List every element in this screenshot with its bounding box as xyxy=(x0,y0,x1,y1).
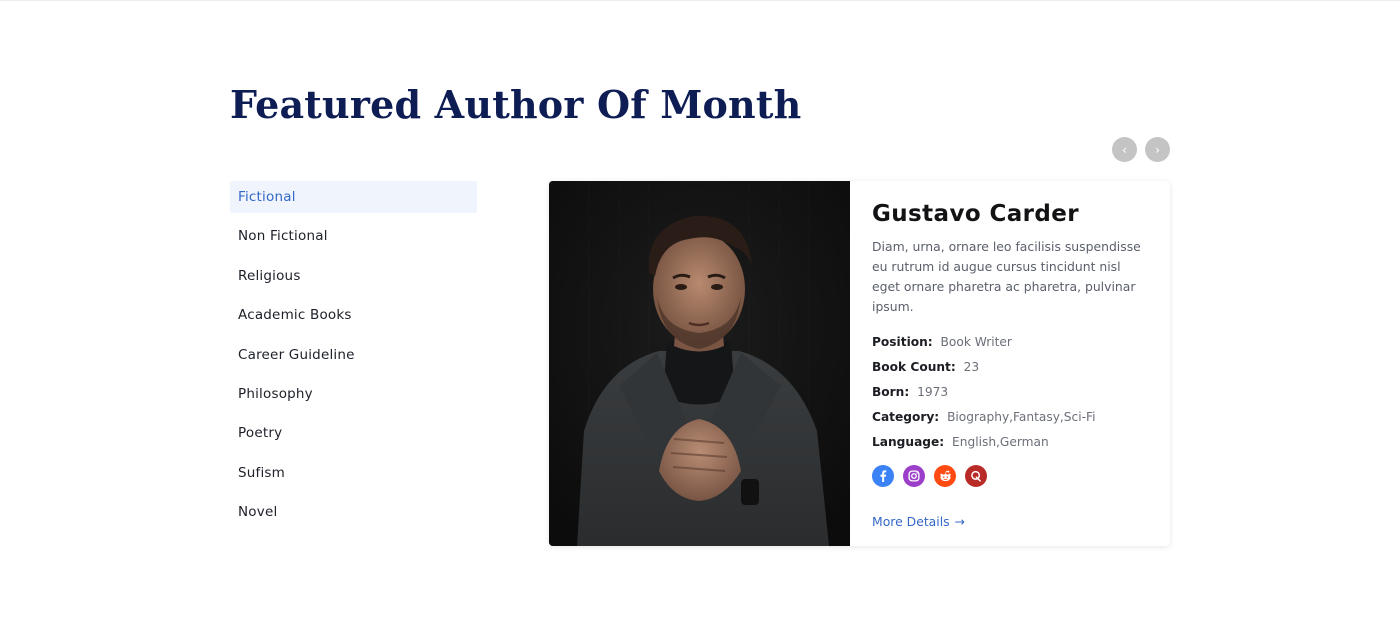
fact-label: Category: xyxy=(872,410,940,424)
more-details-label: More Details xyxy=(872,514,950,529)
category-item-career-guideline[interactable]: Career Guideline xyxy=(230,339,477,371)
section-title: Featured Author Of Month xyxy=(230,82,802,127)
fact-book-count: Book Count: 23 xyxy=(872,359,1150,376)
social-links xyxy=(872,465,1150,487)
category-label: Sufism xyxy=(238,464,286,481)
reddit-button[interactable] xyxy=(934,465,956,487)
category-item-philosophy[interactable]: Philosophy xyxy=(230,378,477,410)
fact-category: Category: Biography,Fantasy,Sci-Fi xyxy=(872,409,1150,426)
category-label: Philosophy xyxy=(238,385,313,402)
facebook-button[interactable] xyxy=(872,465,894,487)
more-details-link[interactable]: More Details → xyxy=(872,514,965,529)
author-facts: Position: Book Writer Book Count: 23 Bor… xyxy=(872,334,1150,451)
author-bio: Diam, urna, ornare leo facilisis suspend… xyxy=(872,239,1141,314)
category-item-academic-books[interactable]: Academic Books xyxy=(230,299,477,331)
fact-label: Position: xyxy=(872,335,933,349)
category-label: Poetry xyxy=(238,425,283,442)
quora-button[interactable] xyxy=(965,465,987,487)
author-photo xyxy=(549,181,850,546)
category-item-non-fictional[interactable]: Non Fictional xyxy=(230,220,477,252)
category-label: Academic Books xyxy=(238,307,352,324)
category-item-fictional[interactable]: Fictional xyxy=(230,181,477,213)
reddit-icon xyxy=(939,470,951,482)
fact-position: Position: Book Writer xyxy=(872,334,1150,351)
category-item-novel[interactable]: Novel xyxy=(230,496,477,528)
category-item-sufism[interactable]: Sufism xyxy=(230,457,477,489)
fact-value: Book Writer xyxy=(940,335,1012,349)
fact-value: 1973 xyxy=(917,385,949,399)
category-item-religious[interactable]: Religious xyxy=(230,260,477,292)
top-divider xyxy=(0,0,1400,1)
category-label: Fictional xyxy=(238,189,296,205)
author-card: Gustavo Carder Diam, urna, ornare leo fa… xyxy=(549,181,1170,546)
fact-label: Language: xyxy=(872,435,945,449)
facebook-icon xyxy=(880,470,887,482)
quora-icon xyxy=(971,470,981,482)
author-portrait-image xyxy=(549,181,850,546)
author-info: Gustavo Carder Diam, urna, ornare leo fa… xyxy=(850,181,1170,546)
fact-born: Born: 1973 xyxy=(872,384,1150,401)
instagram-button[interactable] xyxy=(903,465,925,487)
fact-label: Born: xyxy=(872,385,910,399)
category-label: Religious xyxy=(238,267,301,284)
chevron-right-icon: › xyxy=(1155,142,1160,157)
category-label: Novel xyxy=(238,504,278,521)
fact-value: English,German xyxy=(952,435,1049,449)
category-list: Fictional Non Fictional Religious Academ… xyxy=(230,181,477,536)
instagram-icon xyxy=(908,470,920,482)
category-label: Non Fictional xyxy=(238,228,328,245)
prev-button[interactable]: ‹ xyxy=(1112,137,1137,162)
author-name: Gustavo Carder xyxy=(872,201,1080,227)
next-button[interactable]: › xyxy=(1145,137,1170,162)
fact-value: 23 xyxy=(963,360,980,374)
fact-value: Biography,Fantasy,Sci-Fi xyxy=(947,410,1096,424)
category-item-poetry[interactable]: Poetry xyxy=(230,417,477,449)
category-label: Career Guideline xyxy=(238,346,355,363)
carousel-nav: ‹ › xyxy=(1112,137,1170,162)
fact-language: Language: English,German xyxy=(872,434,1150,451)
chevron-left-icon: ‹ xyxy=(1122,142,1127,157)
fact-label: Book Count: xyxy=(872,360,956,374)
arrow-right-icon: → xyxy=(954,514,966,529)
